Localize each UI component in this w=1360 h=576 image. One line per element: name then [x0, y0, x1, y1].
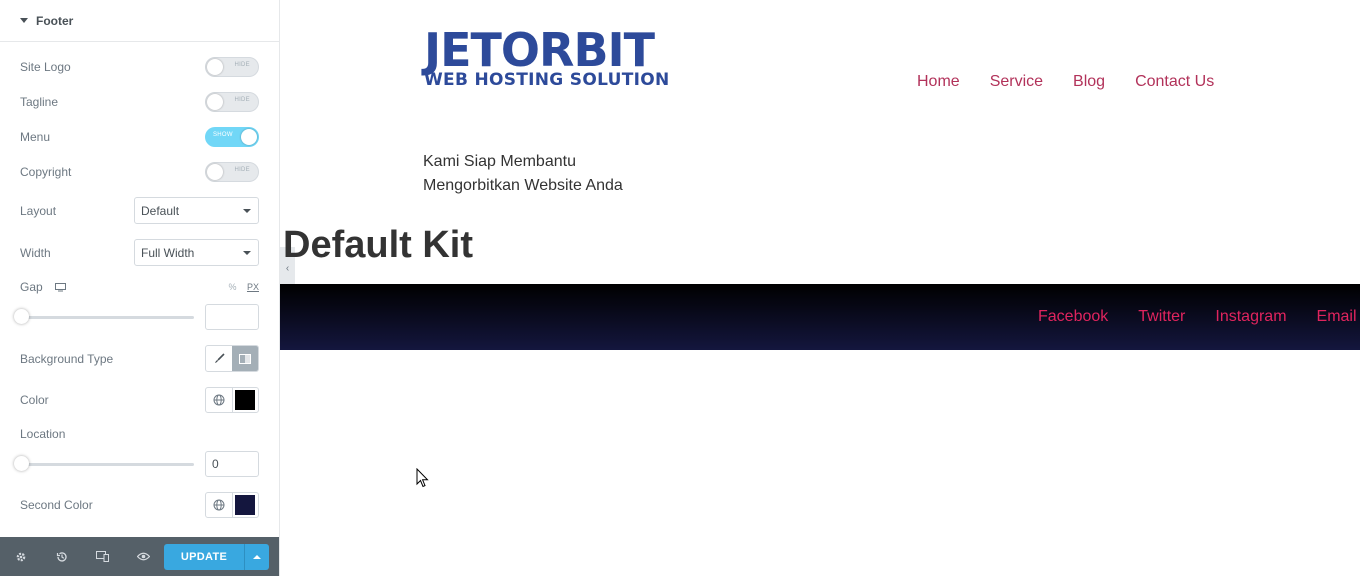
eye-icon[interactable]	[123, 537, 164, 576]
caret-down-icon	[20, 18, 28, 23]
globe-icon[interactable]	[206, 493, 233, 517]
gap-label: Gap	[20, 280, 43, 294]
responsive-icon[interactable]	[82, 537, 123, 576]
control-second-color: Second Color	[20, 492, 259, 518]
location-input[interactable]: 0	[205, 451, 259, 477]
layout-select[interactable]: Default	[134, 197, 259, 224]
toggle-knob	[241, 129, 257, 145]
toggle-state: HIDE	[234, 167, 250, 173]
control-tagline: Tagline HIDE	[20, 92, 259, 112]
second-color-picker[interactable]	[205, 492, 259, 518]
toggle-state: HIDE	[234, 62, 250, 68]
nav-item-service[interactable]: Service	[990, 73, 1043, 91]
toggle-state: HIDE	[234, 97, 250, 103]
control-color: Color	[20, 387, 259, 413]
update-options-button[interactable]	[244, 543, 269, 570]
update-button[interactable]: UPDATE	[164, 543, 244, 570]
logo-subtitle: WEB HOSTING SOLUTION	[424, 70, 670, 90]
chevron-up-icon	[253, 554, 261, 559]
history-icon[interactable]	[41, 537, 82, 576]
editor-panel: Footer Site Logo HIDE Tagline HIDE Menu …	[0, 0, 280, 576]
site-logo-label: Site Logo	[20, 60, 71, 74]
control-layout: Layout Default	[20, 197, 259, 224]
location-slider[interactable]	[14, 455, 194, 471]
copyright-label: Copyright	[20, 165, 72, 179]
site-logo-toggle[interactable]: HIDE	[205, 57, 259, 77]
brush-icon[interactable]	[206, 346, 232, 371]
background-type-choices	[205, 345, 259, 372]
color-picker[interactable]	[205, 387, 259, 413]
nav-item-contact-us[interactable]: Contact Us	[1135, 73, 1214, 91]
tagline-line: Mengorbitkan Website Anda	[423, 177, 623, 194]
second-color-label: Second Color	[20, 498, 93, 512]
tagline-label: Tagline	[20, 95, 59, 109]
layout-value: Default	[141, 203, 180, 218]
location-label: Location	[20, 427, 66, 441]
toggle-state: SHOW	[213, 132, 233, 138]
color-swatch[interactable]	[233, 388, 259, 412]
layout-label: Layout	[20, 203, 57, 218]
width-value: Full Width	[141, 245, 195, 260]
page-title: Default Kit	[283, 224, 473, 266]
social-link-twitter[interactable]: Twitter	[1138, 308, 1185, 326]
slider-thumb[interactable]	[14, 455, 29, 471]
header-nav: Home Service Blog Contact Us	[917, 73, 1214, 91]
gap-input[interactable]	[205, 304, 259, 330]
unit-px[interactable]: PX	[247, 282, 259, 292]
gap-slider-row	[14, 304, 259, 330]
control-site-logo: Site Logo HIDE	[20, 57, 259, 77]
control-menu: Menu SHOW	[20, 127, 259, 147]
copyright-toggle[interactable]: HIDE	[205, 162, 259, 182]
gear-icon[interactable]	[0, 537, 41, 576]
social-link-email[interactable]: Email	[1317, 308, 1357, 326]
site-logo[interactable]: JETORBIT WEB HOSTING SOLUTION	[424, 23, 670, 90]
panel-footer-bar: UPDATE	[0, 537, 279, 576]
background-type-label: Background Type	[20, 351, 114, 366]
tagline-toggle[interactable]: HIDE	[205, 92, 259, 112]
control-copyright: Copyright HIDE	[20, 162, 259, 182]
logo-brand: JETORBIT	[424, 23, 655, 77]
globe-icon[interactable]	[206, 388, 233, 412]
toggle-knob	[207, 59, 223, 75]
menu-label: Menu	[20, 130, 51, 144]
social-link-facebook[interactable]: Facebook	[1038, 308, 1108, 326]
width-select[interactable]: Full Width	[134, 239, 259, 266]
control-width: Width Full Width	[20, 239, 259, 266]
nav-item-home[interactable]: Home	[917, 73, 960, 91]
control-background-type: Background Type	[20, 345, 259, 372]
location-slider-row: 0	[14, 451, 259, 477]
toggle-knob	[207, 94, 223, 110]
control-location-header: Location	[20, 427, 259, 441]
gradient-icon[interactable]	[232, 346, 258, 371]
section-header-footer[interactable]: Footer	[0, 0, 279, 42]
desktop-icon[interactable]	[54, 282, 66, 292]
chevron-down-icon	[243, 209, 251, 213]
site-tagline: Kami Siap Membantu Mengorbitkan Website …	[423, 150, 623, 198]
nav-item-blog[interactable]: Blog	[1073, 73, 1105, 91]
mouse-cursor-icon	[416, 467, 429, 493]
toggle-knob	[207, 164, 223, 180]
width-label: Width	[20, 245, 51, 260]
tagline-line: Kami Siap Membantu	[423, 153, 576, 170]
gap-slider[interactable]	[14, 308, 194, 324]
second-color-swatch[interactable]	[233, 493, 259, 517]
slider-thumb[interactable]	[14, 308, 29, 324]
chevron-down-icon	[243, 251, 251, 255]
control-gap-header: Gap % PX	[20, 280, 259, 294]
social-link-instagram[interactable]: Instagram	[1215, 308, 1286, 326]
footer-social-menu: Facebook Twitter Instagram Email	[1038, 308, 1357, 326]
menu-toggle[interactable]: SHOW	[205, 127, 259, 147]
section-title: Footer	[36, 13, 74, 28]
color-label: Color	[20, 393, 49, 407]
unit-percent[interactable]: %	[228, 282, 236, 292]
